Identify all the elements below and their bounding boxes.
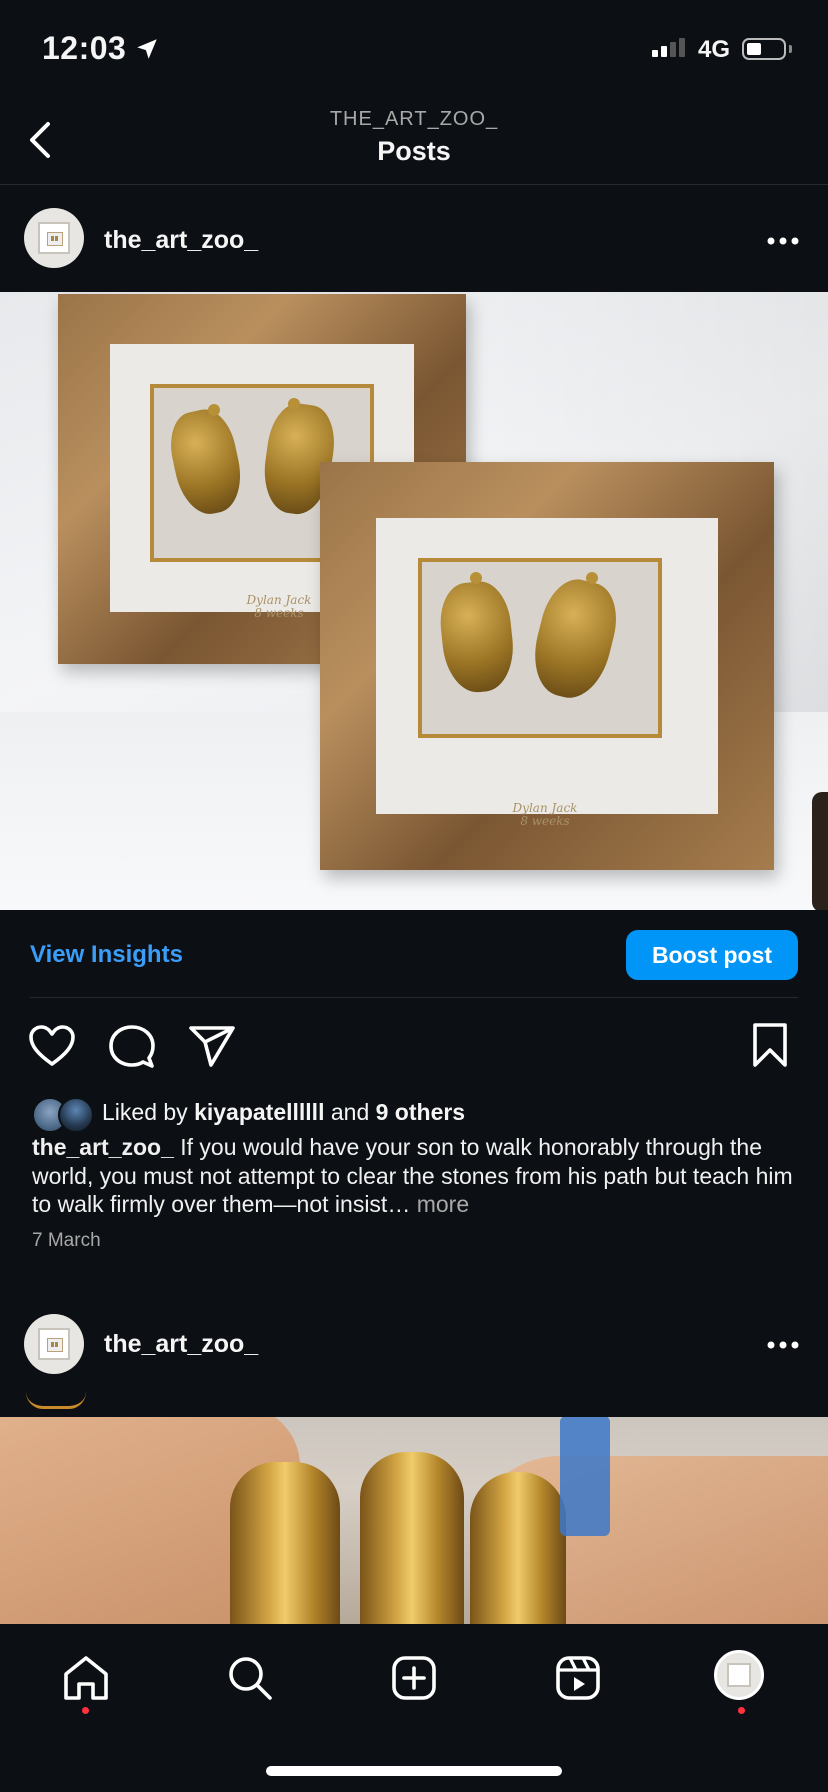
view-insights-link[interactable]: View Insights <box>30 941 183 969</box>
battery-tip <box>789 45 792 53</box>
post-avatar[interactable] <box>24 208 84 268</box>
battery-icon <box>742 38 786 60</box>
like-button[interactable] <box>28 1024 76 1068</box>
reels-icon <box>556 1656 600 1700</box>
search-icon <box>229 1657 272 1700</box>
engraving-back: Dylan Jack 8 weeks <box>246 593 312 620</box>
share-button[interactable] <box>188 1024 236 1070</box>
frame-front: Dylan Jack 8 weeks <box>320 462 774 870</box>
paper-plane-icon <box>189 1026 235 1067</box>
liked-user[interactable]: kiyapatellllll <box>194 1099 324 1125</box>
profile-avatar <box>727 1663 751 1687</box>
home-notification-dot <box>82 1707 89 1714</box>
post2-divider <box>0 1395 828 1417</box>
tab-reels[interactable] <box>550 1650 606 1706</box>
post-date: 7 March <box>32 1230 101 1251</box>
more-horizontal-icon <box>767 1341 799 1349</box>
liker-avatar <box>58 1097 94 1133</box>
tab-home[interactable] <box>58 1650 114 1706</box>
network-type: 4G <box>698 36 731 63</box>
page-title: Posts <box>377 136 451 166</box>
more-horizontal-icon <box>767 237 799 245</box>
home-indicator[interactable] <box>266 1766 562 1776</box>
boost-post-button[interactable]: Boost post <box>626 930 798 980</box>
post2-avatar[interactable] <box>24 1314 84 1374</box>
liked-others[interactable]: 9 others <box>376 1099 465 1125</box>
post2-image[interactable] <box>0 1396 828 1624</box>
post2-more-options-button[interactable] <box>766 1324 800 1358</box>
post2-username[interactable]: the_art_zoo_ <box>104 1330 258 1359</box>
story-ring <box>26 1392 86 1409</box>
caption-more-link[interactable]: more <box>417 1191 469 1217</box>
bookmark-icon <box>753 1023 787 1067</box>
heart-icon <box>29 1025 75 1066</box>
signal-strength-icon <box>652 38 685 57</box>
comment-icon <box>109 1025 155 1068</box>
post-caption: the_art_zoo_ If you would have your son … <box>32 1133 802 1219</box>
profile-notification-dot <box>738 1707 745 1714</box>
tab-profile[interactable] <box>714 1650 764 1700</box>
location-arrow-icon <box>137 39 157 59</box>
more-options-button[interactable] <box>766 220 800 254</box>
post-username[interactable]: the_art_zoo_ <box>104 226 258 255</box>
account-name: THE_ART_ZOO_ <box>329 108 499 130</box>
header-divider <box>0 184 828 185</box>
tab-create[interactable] <box>386 1650 442 1706</box>
comment-button[interactable] <box>108 1024 156 1070</box>
liked-prefix: Liked by <box>102 1099 188 1125</box>
engraving-front: Dylan Jack 8 weeks <box>512 801 578 828</box>
liked-and: and <box>330 1099 370 1125</box>
home-icon <box>64 1656 108 1700</box>
plus-square-icon <box>392 1656 436 1700</box>
post-image[interactable]: Dylan Jack 8 weeks Dylan Jack 8 weeks <box>0 292 828 910</box>
status-time: 12:03 <box>42 30 127 66</box>
insights-divider <box>30 997 798 998</box>
caption-username[interactable]: the_art_zoo_ <box>32 1134 174 1160</box>
tab-search[interactable] <box>222 1650 278 1706</box>
liked-by-avatars[interactable] <box>32 1097 96 1133</box>
save-button[interactable] <box>750 1022 790 1068</box>
liked-by-text[interactable]: Liked by kiyapatellllll and 9 others <box>102 1099 465 1126</box>
